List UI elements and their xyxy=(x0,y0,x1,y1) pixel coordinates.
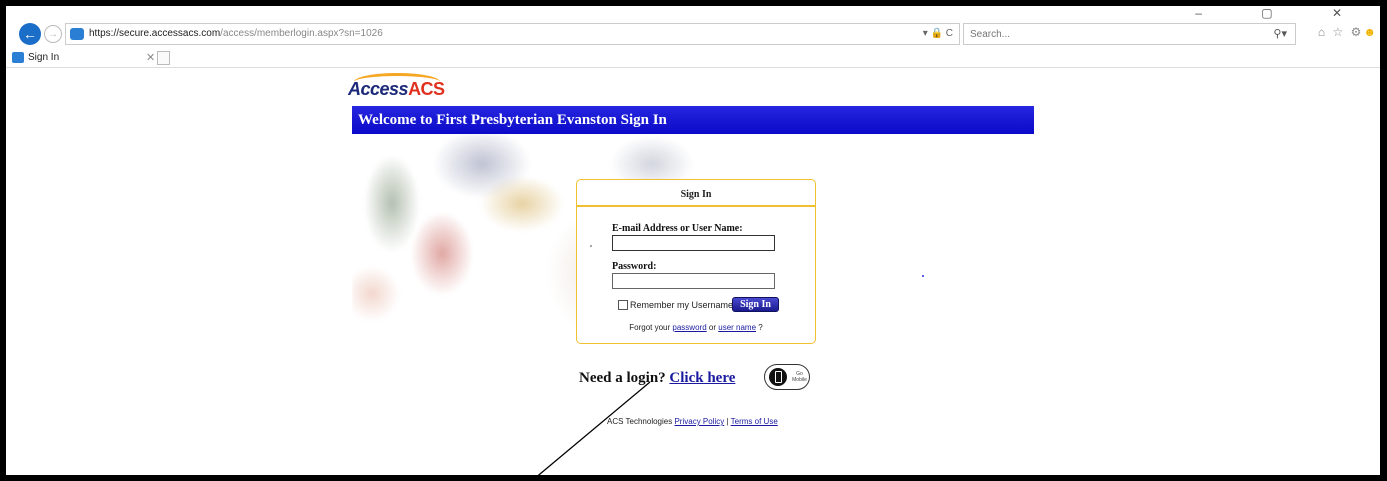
tab-bar: Sign In ✕ xyxy=(6,48,1380,68)
forgot-username-link[interactable]: user name xyxy=(718,323,756,332)
url-path: /access/memberlogin.aspx?sn=1026 xyxy=(220,28,383,39)
search-input[interactable] xyxy=(964,24,1254,44)
remember-username-label[interactable]: Remember my Username xyxy=(630,300,733,310)
ie-favicon-icon xyxy=(70,28,84,40)
address-bar: ← → https://secure.accessacs.com/access/… xyxy=(6,6,1380,48)
privacy-policy-link[interactable]: Privacy Policy xyxy=(674,417,724,426)
forgot-password-link[interactable]: password xyxy=(672,323,706,332)
url-text: https://secure.accessacs.com/access/memb… xyxy=(89,28,383,39)
go-mobile-label: Go Mobile xyxy=(792,371,807,383)
need-login-line: Need a login? Click here xyxy=(579,370,735,387)
email-label: E-mail Address or User Name: xyxy=(612,223,743,234)
footer-separator: | xyxy=(726,417,729,426)
search-icon[interactable]: ⚲▾ xyxy=(1273,27,1287,40)
tab-label: Sign In xyxy=(28,52,60,63)
go-mobile-button[interactable]: Go Mobile xyxy=(764,364,810,390)
back-button[interactable]: ← xyxy=(19,23,41,45)
home-star-gear-icons[interactable]: ⌂ ☆ ⚙ xyxy=(1318,25,1363,39)
search-box[interactable]: ⚲▾ xyxy=(963,23,1296,45)
stray-dot xyxy=(590,245,592,247)
terms-of-use-link[interactable]: Terms of Use xyxy=(731,417,778,426)
tab-favicon-icon xyxy=(12,52,24,63)
forgot-credentials-line: Forgot your password or user name ? xyxy=(629,323,763,332)
sign-in-title: Sign In xyxy=(680,189,712,200)
sign-in-panel: Sign In E-mail Address or User Name: Pas… xyxy=(576,179,816,344)
stray-dot xyxy=(922,275,924,277)
mobile-phone-icon xyxy=(769,368,787,386)
remember-username-checkbox[interactable] xyxy=(618,300,628,310)
divider xyxy=(577,205,815,207)
url-host: https://secure.accessacs.com xyxy=(89,28,221,39)
toolbar-icons[interactable]: ⌂ ☆ ⚙☻ xyxy=(1318,25,1378,39)
password-field[interactable] xyxy=(612,273,775,289)
click-here-link[interactable]: Click here xyxy=(669,370,735,386)
feedback-smiley-icon[interactable]: ☻ xyxy=(1363,25,1378,39)
lock-refresh-icons[interactable]: ▾ 🔒 C xyxy=(923,28,953,39)
forward-arrow-icon: → xyxy=(48,28,58,40)
welcome-banner: Welcome to First Presbyterian Evanston S… xyxy=(352,106,1034,134)
need-login-text: Need a login? xyxy=(579,370,666,386)
page-content: AccessACS Welcome to First Presbyterian … xyxy=(6,69,1380,475)
url-field[interactable]: https://secure.accessacs.com/access/memb… xyxy=(65,23,960,45)
email-field[interactable] xyxy=(612,235,775,251)
window-controls[interactable]: – ▢ ✕ xyxy=(1195,6,1370,20)
browser-window: ← → https://secure.accessacs.com/access/… xyxy=(6,6,1380,475)
new-tab-button[interactable] xyxy=(157,51,170,65)
forward-button[interactable]: → xyxy=(44,25,62,43)
back-arrow-icon: ← xyxy=(23,26,37,42)
password-label: Password: xyxy=(612,261,657,272)
footer: ACS Technologies Privacy Policy | Terms … xyxy=(607,417,778,426)
welcome-title: Welcome to First Presbyterian Evanston S… xyxy=(358,111,667,128)
accessacs-logo: AccessACS xyxy=(348,79,445,99)
sign-in-button[interactable]: Sign In xyxy=(732,297,779,312)
footer-company: ACS Technologies xyxy=(607,417,673,426)
tab-close-icon[interactable]: ✕ xyxy=(146,51,155,64)
